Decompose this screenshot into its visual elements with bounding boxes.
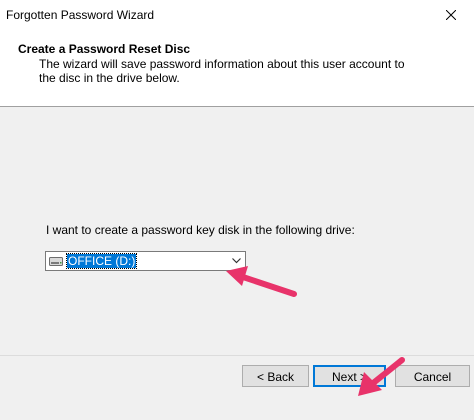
- wizard-header: Create a Password Reset Disc The wizard …: [0, 30, 474, 107]
- drive-select-value: OFFICE (D:): [65, 253, 138, 269]
- next-button[interactable]: Next >: [313, 365, 386, 387]
- title-bar: Forgotten Password Wizard: [0, 0, 474, 30]
- page-description: The wizard will save password informatio…: [39, 57, 405, 85]
- close-icon: [446, 10, 456, 20]
- chevron-down-icon[interactable]: [232, 258, 241, 264]
- drive-select[interactable]: OFFICE (D:): [45, 251, 246, 271]
- drive-prompt-label: I want to create a password key disk in …: [46, 223, 355, 237]
- wizard-window: Forgotten Password Wizard Create a Passw…: [0, 0, 474, 420]
- window-title: Forgotten Password Wizard: [6, 8, 155, 22]
- drive-icon: [49, 257, 63, 266]
- back-button[interactable]: < Back: [242, 365, 309, 387]
- cancel-button[interactable]: Cancel: [395, 365, 470, 387]
- page-title: Create a Password Reset Disc: [18, 42, 191, 56]
- close-button[interactable]: [428, 0, 474, 30]
